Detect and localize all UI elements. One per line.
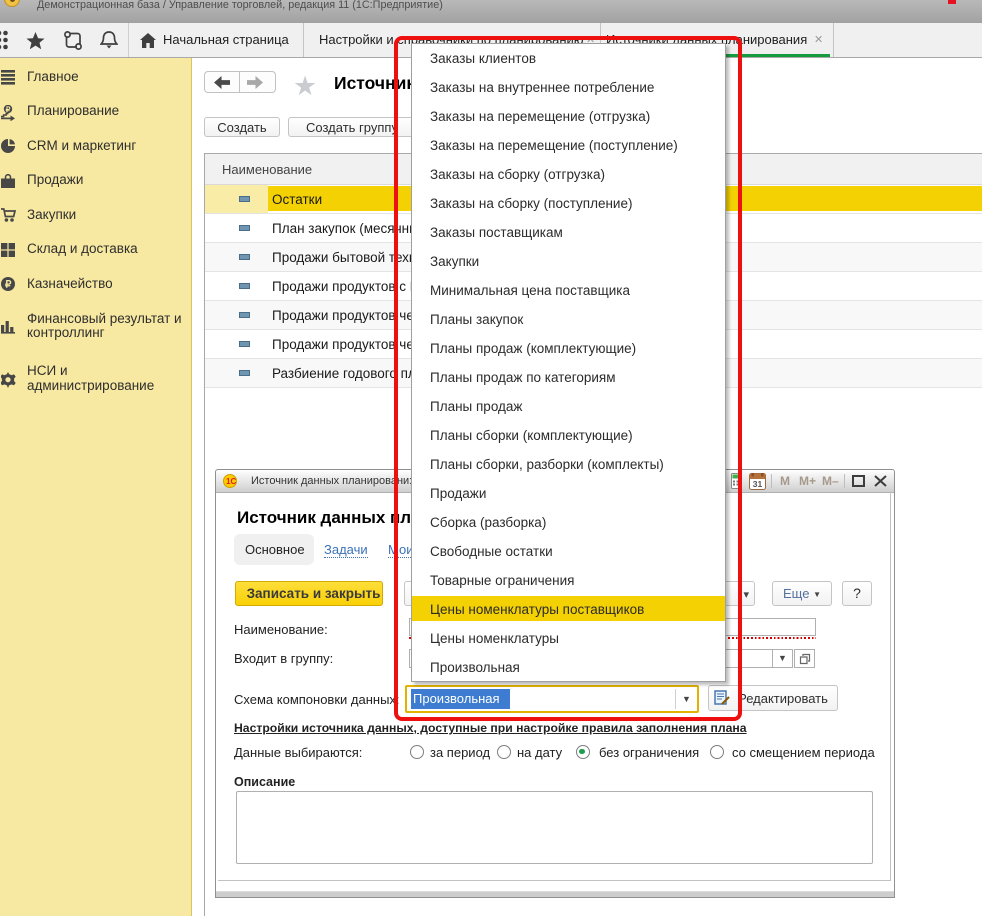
svg-text:₽: ₽: [5, 280, 12, 291]
svg-text:31: 31: [753, 479, 763, 489]
svg-text:₽: ₽: [6, 105, 11, 114]
